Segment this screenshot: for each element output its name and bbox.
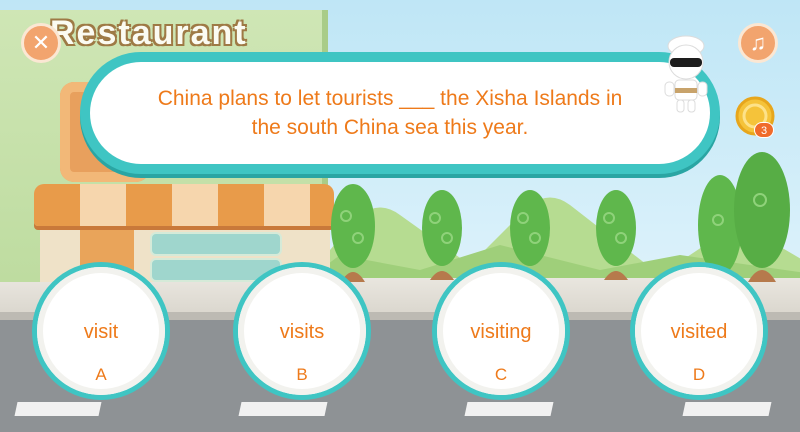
restaurant-sign: Restaurant bbox=[50, 14, 248, 52]
option-b-button[interactable]: visits B bbox=[233, 262, 371, 400]
option-word: visited bbox=[670, 321, 728, 343]
option-letter: A bbox=[95, 365, 107, 384]
option-word: visit bbox=[83, 321, 119, 343]
question-bubble: China plans to let tourists ___ the Xish… bbox=[80, 52, 720, 174]
tree-icon bbox=[331, 184, 375, 282]
music-note-icon: ♫ bbox=[749, 30, 767, 55]
lane-marking bbox=[14, 402, 102, 416]
option-c-button[interactable]: visiting C bbox=[432, 262, 570, 400]
option-letter: B bbox=[296, 365, 308, 384]
lane-marking bbox=[464, 402, 554, 416]
option-word: visits bbox=[279, 321, 325, 343]
close-icon: ✕ bbox=[31, 30, 51, 55]
question-text: China plans to let tourists ___ the Xish… bbox=[90, 62, 710, 164]
tree-icon bbox=[596, 190, 636, 280]
option-a-button[interactable]: visit A bbox=[32, 262, 170, 400]
option-letter: D bbox=[692, 365, 706, 384]
close-button[interactable]: ✕ bbox=[21, 23, 61, 63]
lane-marking bbox=[238, 402, 328, 416]
option-word: visiting bbox=[470, 321, 532, 343]
mascot-character bbox=[664, 35, 708, 113]
music-toggle-button[interactable]: ♫ bbox=[738, 23, 778, 63]
lane-marking bbox=[682, 402, 772, 416]
coin-count-badge: 3 bbox=[754, 122, 774, 138]
game-scene: Restaurant ✕ ♫ China plans to let touris… bbox=[0, 0, 800, 432]
option-d-button[interactable]: visited D bbox=[630, 262, 768, 400]
restaurant-awning bbox=[34, 184, 334, 226]
tree-icon bbox=[422, 190, 462, 280]
option-letter: C bbox=[494, 365, 508, 384]
